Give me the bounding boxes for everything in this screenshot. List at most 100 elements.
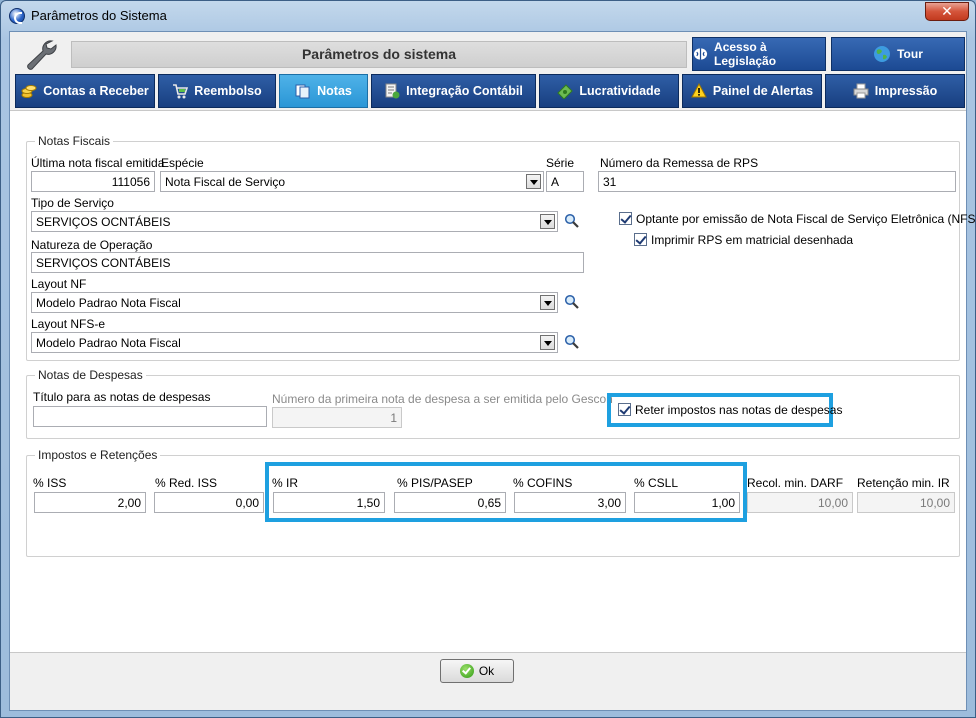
tab-label: Integração Contábil — [406, 84, 523, 98]
tab-painel-de-alertas[interactable]: Painel de Alertas — [682, 74, 822, 108]
group-legend: Impostos e Retenções — [35, 448, 161, 462]
ultima-nota-label: Última nota fiscal emitida — [31, 156, 165, 170]
remessa-input[interactable]: 31 — [598, 171, 956, 192]
tour-label: Tour — [897, 47, 923, 61]
page-title: Parâmetros do sistema — [71, 41, 687, 68]
primeira-despesa-input: 1 — [272, 407, 402, 428]
tab-impressao[interactable]: Impressão — [825, 74, 965, 108]
tour-button[interactable]: Tour — [831, 37, 965, 71]
serie-label: Série — [546, 156, 575, 170]
cofins-input[interactable]: 3,00 — [514, 492, 626, 513]
optante-label: Optante por emissão de Nota Fiscal de Se… — [636, 212, 976, 226]
legislacao-button[interactable]: Acesso à Legislação — [692, 37, 826, 71]
titulo-despesas-label: Título para as notas de despesas — [33, 390, 211, 404]
globe-icon — [874, 46, 891, 62]
ok-label: Ok — [478, 664, 495, 678]
especie-select[interactable]: Nota Fiscal de Serviço — [160, 171, 544, 192]
printer-icon — [853, 83, 869, 99]
titulo-despesas-input[interactable] — [33, 406, 267, 427]
remessa-label: Número da Remessa de RPS — [600, 156, 759, 170]
especie-value: Nota Fiscal de Serviço — [165, 175, 286, 189]
footer-bar: Ok — [10, 652, 966, 710]
ir-label: % IR — [272, 476, 299, 490]
chevron-down-icon[interactable] — [526, 174, 541, 189]
iss-input[interactable]: 2,00 — [34, 492, 146, 513]
layout-nf-label: Layout NF — [31, 277, 87, 291]
tab-label: Lucratividade — [579, 84, 661, 98]
retencao-label: Retenção min. IR — [857, 476, 950, 490]
tab-reembolso[interactable]: Reembolso — [158, 74, 276, 108]
title-bar: Parâmetros do Sistema ✕ — [1, 1, 975, 31]
check-icon — [459, 664, 474, 678]
darf-label: Recol. min. DARF — [747, 476, 844, 490]
csll-input[interactable]: 1,00 — [634, 492, 740, 513]
brain-icon — [693, 48, 708, 60]
cofins-label: % COFINS — [513, 476, 573, 490]
primeira-despesa-label: Número da primeira nota de despesa a ser… — [272, 392, 613, 406]
search-icon[interactable] — [564, 334, 580, 350]
red-iss-input[interactable]: 0,00 — [154, 492, 264, 513]
layout-nfse-select[interactable]: Modelo Padrao Nota Fiscal — [31, 332, 558, 353]
tab-lucratividade[interactable]: Lucratividade — [539, 74, 679, 108]
iss-label: % ISS — [33, 476, 67, 490]
tab-label: Painel de Alertas — [712, 84, 814, 98]
pis-label: % PIS/PASEP — [397, 476, 473, 490]
chevron-down-icon[interactable] — [540, 335, 555, 350]
ir-input[interactable]: 1,50 — [273, 492, 385, 513]
tab-notas[interactable]: Notas — [279, 74, 368, 108]
red-iss-label: % Red. ISS — [155, 476, 218, 490]
tab-label: Notas — [317, 84, 352, 98]
layout-nf-value: Modelo Padrao Nota Fiscal — [36, 296, 181, 310]
client-area: Parâmetros do sistema Acesso à Legislaçã… — [9, 31, 976, 711]
natureza-input[interactable]: SERVIÇOS CONTÁBEIS — [31, 252, 584, 273]
darf-input: 10,00 — [747, 492, 853, 513]
layout-nf-select[interactable]: Modelo Padrao Nota Fiscal — [31, 292, 558, 313]
tipo-servico-value: SERVIÇOS OCNTÁBEIS — [36, 215, 171, 229]
chevron-down-icon[interactable] — [540, 295, 555, 310]
group-legend: Notas Fiscais — [35, 134, 114, 148]
integration-icon — [385, 83, 400, 99]
warning-icon — [691, 83, 707, 98]
layout-nfse-label: Layout NFS-e — [31, 317, 106, 331]
search-icon[interactable] — [564, 294, 580, 310]
wrench-icon — [27, 40, 57, 70]
reter-impostos-checkbox[interactable] — [618, 403, 631, 416]
imprimir-rps-checkbox[interactable] — [634, 233, 647, 246]
tipo-servico-select[interactable]: SERVIÇOS OCNTÁBEIS — [31, 211, 558, 232]
money-icon — [557, 84, 574, 99]
legislacao-label: Acesso à Legislação — [714, 40, 777, 68]
impostos-group: Impostos e Retenções % ISS 2,00 % Red. I… — [26, 448, 960, 557]
reter-impostos-label: Reter impostos nas notas de despesas — [635, 403, 843, 417]
ok-button[interactable]: Ok — [440, 659, 514, 683]
notas-despesas-group: Notas de Despesas Título para as notas d… — [26, 368, 960, 439]
close-button[interactable]: ✕ — [925, 2, 969, 21]
tab-label: Contas a Receber — [43, 84, 149, 98]
tab-contas-a-receber[interactable]: Contas a Receber — [15, 74, 155, 108]
notas-panel: Notas Fiscais Última nota fiscal emitida… — [10, 110, 976, 652]
optante-checkbox[interactable] — [619, 212, 632, 225]
tab-integracao-contabil[interactable]: Integração Contábil — [371, 74, 536, 108]
coins-icon — [21, 85, 37, 98]
documents-icon — [295, 84, 310, 99]
group-legend: Notas de Despesas — [35, 368, 146, 382]
tipo-servico-label: Tipo de Serviço — [31, 196, 114, 210]
imprimir-rps-label: Imprimir RPS em matricial desenhada — [651, 233, 854, 247]
pis-input[interactable]: 0,65 — [394, 492, 506, 513]
tab-label: Reembolso — [194, 84, 262, 98]
retencao-input: 10,00 — [857, 492, 955, 513]
ultima-nota-input[interactable]: 111056 — [31, 171, 155, 192]
cart-icon — [173, 84, 189, 99]
search-icon[interactable] — [564, 213, 580, 229]
window-title: Parâmetros do Sistema — [31, 8, 167, 23]
tab-label: Impressão — [874, 84, 938, 98]
app-logo-icon — [9, 8, 25, 24]
layout-nfse-value: Modelo Padrao Nota Fiscal — [36, 336, 181, 350]
csll-label: % CSLL — [634, 476, 679, 490]
serie-input[interactable]: A — [546, 171, 584, 192]
especie-label: Espécie — [161, 156, 204, 170]
app-window: Parâmetros do Sistema ✕ Parâmetros do si… — [0, 0, 976, 718]
natureza-label: Natureza de Operação — [31, 238, 153, 252]
notas-fiscais-group: Notas Fiscais Última nota fiscal emitida… — [26, 134, 976, 361]
tab-bar: Contas a Receber Reembolso Notas Integra… — [15, 74, 965, 108]
chevron-down-icon[interactable] — [540, 214, 555, 229]
